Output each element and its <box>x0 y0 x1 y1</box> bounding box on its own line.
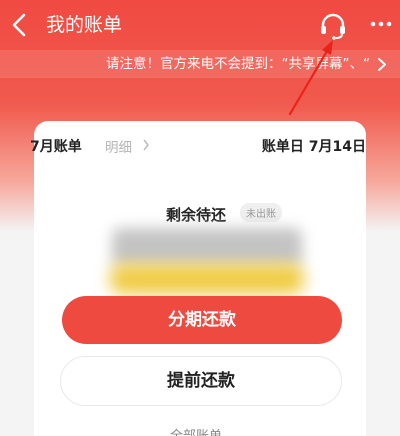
headset-icon[interactable] <box>318 11 348 41</box>
all-bills-link[interactable]: 全部账单 <box>170 425 222 436</box>
amount-redacted <box>112 228 302 266</box>
status-badge: 未出账 <box>240 203 282 222</box>
notice-banner[interactable]: 请注意！官方来电不会提到：“共享屏幕”、“ <box>0 50 400 78</box>
notice-text: 请注意！官方来电不会提到：“共享屏幕”、“ <box>106 56 370 72</box>
remaining-label: 剩余待还 <box>166 206 227 224</box>
nav-bar: 我的账单 <box>0 0 400 50</box>
installment-button[interactable]: 分期还款 <box>62 296 342 344</box>
more-dots-icon[interactable] <box>370 14 392 34</box>
chevron-right-icon <box>143 139 149 151</box>
billing-day: 账单日 7月14日 <box>261 139 366 155</box>
chevron-right-icon[interactable] <box>376 57 388 72</box>
amount-redacted-highlight <box>110 264 304 294</box>
page-title: 我的账单 <box>46 14 123 36</box>
chevron-left-icon[interactable] <box>8 11 32 39</box>
early-repay-button[interactable]: 提前还款 <box>60 356 342 406</box>
detail-link[interactable]: 明细 <box>105 136 132 156</box>
month-label: 7月账单 <box>30 139 82 155</box>
